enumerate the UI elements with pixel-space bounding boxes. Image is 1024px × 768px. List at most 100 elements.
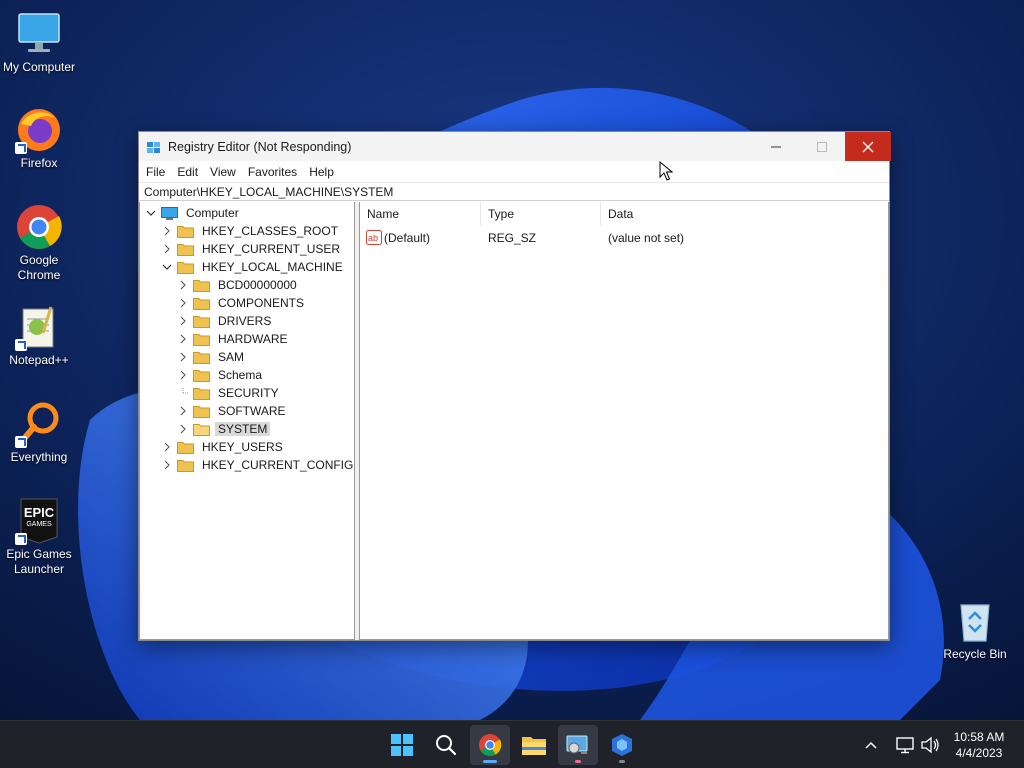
- menu-file[interactable]: File: [142, 165, 173, 179]
- tree-node-label: HKEY_LOCAL_MACHINE: [202, 260, 343, 274]
- menu-favorites[interactable]: Favorites: [244, 165, 305, 179]
- desktop-icon-epic-games-launcher[interactable]: EPIC GAMES Epic Games Launcher: [1, 497, 77, 577]
- chevron-right-icon[interactable]: [177, 315, 189, 327]
- tree-node-sam[interactable]: SAM: [177, 348, 247, 366]
- folder-icon: [193, 279, 210, 292]
- desktop-icon-everything[interactable]: Everything: [1, 400, 77, 465]
- tree-node-hkey-local-machine[interactable]: HKEY_LOCAL_MACHINE: [161, 258, 346, 276]
- folder-icon: [193, 297, 210, 310]
- menu-view[interactable]: View: [206, 165, 244, 179]
- column-header-type[interactable]: Type: [481, 202, 601, 226]
- tree-node-label: HKEY_USERS: [202, 440, 283, 454]
- table-row[interactable]: ab (Default) REG_SZ (value not set): [360, 228, 888, 248]
- maximize-button[interactable]: [799, 132, 845, 161]
- value-data: (value not set): [608, 231, 685, 245]
- chevron-right-icon[interactable]: [177, 405, 189, 417]
- registry-editor-window[interactable]: Registry Editor (Not Responding) File Ed…: [138, 131, 891, 641]
- tree-node-label: COMPONENTS: [218, 296, 305, 310]
- running-indicator: [619, 760, 625, 763]
- chevron-down-icon[interactable]: [145, 207, 157, 219]
- chrome-icon: [479, 734, 502, 756]
- menu-help[interactable]: Help: [305, 165, 342, 179]
- folder-open-icon: [177, 261, 194, 274]
- folder-icon: [177, 441, 194, 454]
- chevron-right-icon[interactable]: [177, 333, 189, 345]
- volume-button[interactable]: [920, 721, 940, 768]
- clock-date: 4/4/2023: [955, 746, 1003, 760]
- tree-node-hkey-classes-root[interactable]: HKEY_CLASSES_ROOT: [161, 222, 341, 240]
- column-header-name[interactable]: Name: [360, 202, 481, 226]
- tree-node-schema[interactable]: Schema: [177, 366, 265, 384]
- tree-node-computer[interactable]: Computer: [145, 204, 242, 222]
- tree-node-hkey-current-config[interactable]: HKEY_CURRENT_CONFIG: [161, 456, 354, 474]
- notepad-plus-plus-icon: [15, 303, 63, 351]
- tree-node-drivers[interactable]: DRIVERS: [177, 312, 274, 330]
- tree-node-system[interactable]: SYSTEM: [177, 420, 271, 438]
- folder-icon: [193, 315, 210, 328]
- address-bar[interactable]: Computer\HKEY_LOCAL_MACHINE\SYSTEM: [139, 182, 889, 201]
- chevron-right-icon[interactable]: [161, 225, 173, 237]
- search-button[interactable]: [426, 725, 466, 765]
- tree-node-software[interactable]: SOFTWARE: [177, 402, 289, 420]
- taskbar-registry-editor[interactable]: [558, 725, 598, 765]
- desktop-icon-my-computer[interactable]: My Computer: [1, 10, 77, 75]
- running-indicator: [483, 760, 497, 763]
- title-bar[interactable]: Registry Editor (Not Responding): [139, 132, 891, 161]
- close-button[interactable]: [845, 132, 891, 161]
- folder-icon: [177, 225, 194, 238]
- tray-overflow-button[interactable]: [864, 721, 878, 768]
- everything-search-icon: [15, 400, 63, 448]
- network-icon: [896, 737, 914, 754]
- tree-node-hardware[interactable]: HARDWARE: [177, 330, 291, 348]
- epic-games-icon: EPIC GAMES: [15, 497, 63, 545]
- desktop-icon-firefox[interactable]: Firefox: [1, 106, 77, 171]
- key-tree-pane[interactable]: Computer HKEY_CLASSES_ROOT HKEY_CURRENT_…: [139, 202, 355, 640]
- column-header-data[interactable]: Data: [601, 202, 890, 226]
- tree-node-security[interactable]: SECURITY: [177, 384, 282, 402]
- firefox-icon: [15, 106, 63, 154]
- tree-node-hkey-current-user[interactable]: HKEY_CURRENT_USER: [161, 240, 343, 258]
- chevron-right-icon[interactable]: [177, 279, 189, 291]
- desktop-icon-recycle-bin[interactable]: Recycle Bin: [937, 597, 1013, 662]
- tree-node-label: BCD00000000: [218, 278, 297, 292]
- values-list-pane[interactable]: Name Type Data ab (Default) REG_SZ (valu…: [359, 202, 889, 640]
- shortcut-arrow-icon: [15, 436, 27, 448]
- menu-bar: File Edit View Favorites Help: [139, 161, 889, 182]
- chevron-down-icon[interactable]: [161, 261, 173, 273]
- tree-node-components[interactable]: COMPONENTS: [177, 294, 307, 312]
- taskbar-clock[interactable]: 10:58 AM 4/4/2023: [946, 729, 1012, 761]
- network-status-button[interactable]: [896, 721, 916, 768]
- folder-icon: [177, 459, 194, 472]
- shortcut-arrow-icon: [15, 142, 27, 154]
- desktop-icon-notepad-plus-plus[interactable]: Notepad++: [1, 303, 77, 368]
- epic-logo-subtext: GAMES: [26, 521, 52, 528]
- epic-logo-text: EPIC: [23, 505, 55, 520]
- taskbar-chrome[interactable]: [470, 725, 510, 765]
- chevron-right-icon[interactable]: [161, 459, 173, 471]
- folder-icon: [193, 369, 210, 382]
- minimize-button[interactable]: [753, 132, 799, 161]
- chevron-right-icon[interactable]: [177, 297, 189, 309]
- chevron-right-icon[interactable]: [177, 423, 189, 435]
- taskbar-app[interactable]: [602, 725, 642, 765]
- start-button[interactable]: [382, 725, 422, 765]
- folder-icon: [193, 387, 210, 400]
- desktop-icon-label: Firefox: [20, 156, 58, 170]
- desktop-icon-google-chrome[interactable]: Google Chrome: [1, 203, 77, 283]
- tree-connector-line: [177, 387, 189, 399]
- chevron-right-icon[interactable]: [177, 369, 189, 381]
- chevron-right-icon[interactable]: [177, 351, 189, 363]
- menu-edit[interactable]: Edit: [173, 165, 206, 179]
- clock-time: 10:58 AM: [953, 730, 1005, 744]
- tree-node-bcd00000000[interactable]: BCD00000000: [177, 276, 300, 294]
- tree-node-hkey-users[interactable]: HKEY_USERS: [161, 438, 286, 456]
- folder-icon: [193, 405, 210, 418]
- chevron-up-icon: [865, 741, 877, 749]
- tree-node-label: SYSTEM: [215, 422, 271, 436]
- chevron-right-icon[interactable]: [161, 243, 173, 255]
- taskbar-file-explorer[interactable]: [514, 725, 554, 765]
- chevron-right-icon[interactable]: [161, 441, 173, 453]
- desktop-icon-label: Notepad++: [9, 353, 69, 367]
- string-value-icon: ab: [366, 230, 382, 245]
- tree-node-label: Computer: [186, 206, 239, 220]
